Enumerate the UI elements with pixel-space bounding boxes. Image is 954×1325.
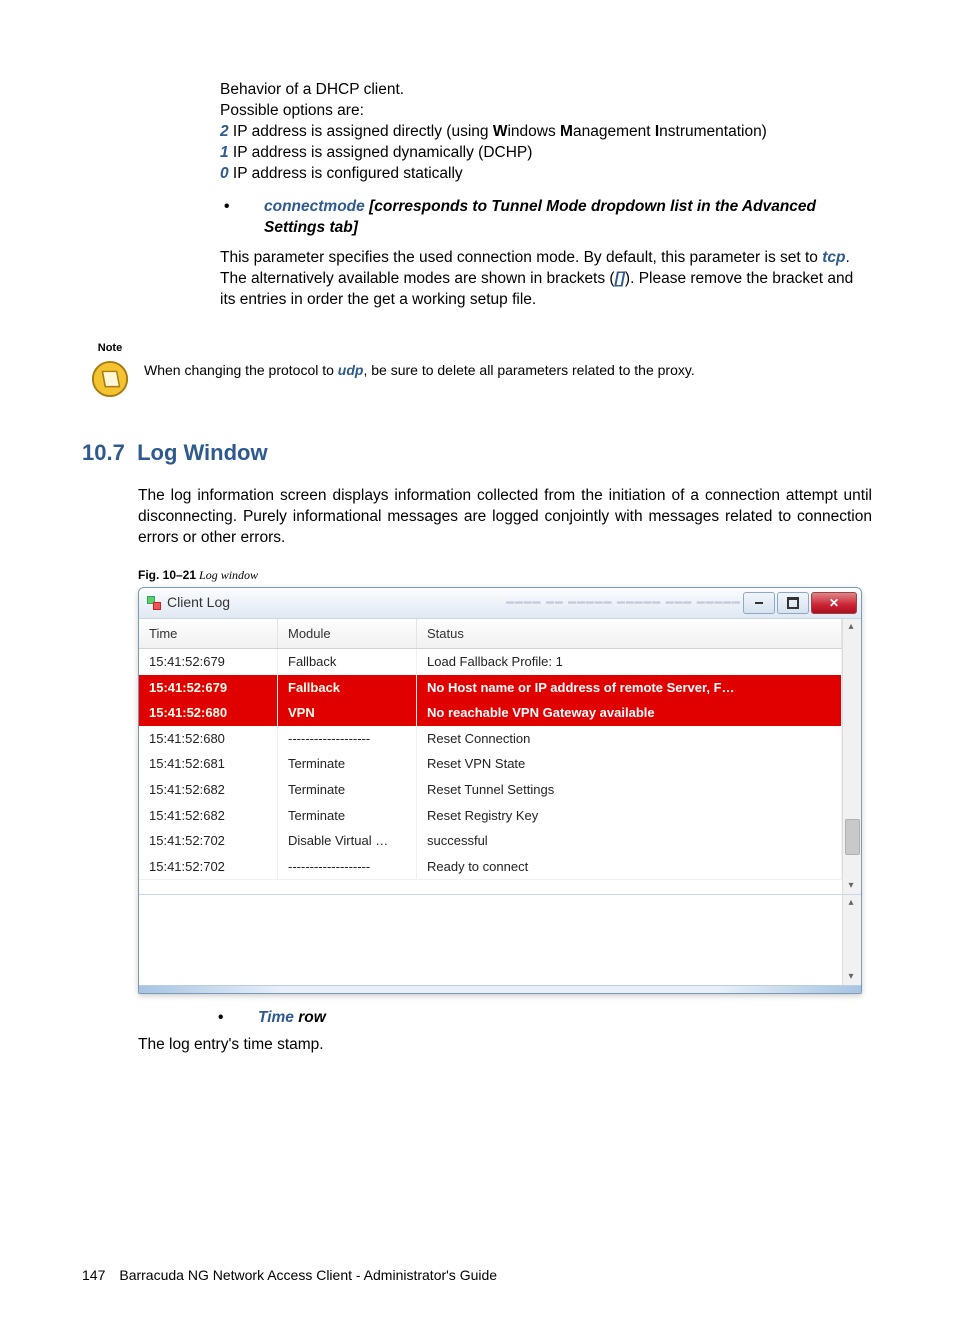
cell-time: 15:41:52:681 [139, 751, 278, 777]
cell-time: 15:41:52:680 [139, 700, 278, 726]
section-title: Log Window [137, 440, 268, 465]
cell-time: 15:41:52:682 [139, 777, 278, 803]
figure-caption: Fig. 10–21 Log window [138, 567, 872, 583]
cell-time: 15:41:52:682 [139, 803, 278, 829]
vertical-scrollbar[interactable]: ▴ ▾ [842, 619, 861, 894]
text: IP address is assigned directly (using [229, 123, 493, 140]
table-row[interactable]: 15:41:52:679FallbackLoad Fallback Profil… [139, 649, 842, 675]
book-title: Barracuda NG Network Access Client - Adm… [119, 1266, 497, 1285]
close-button[interactable]: ✕ [811, 592, 857, 614]
page-footer: 147 Barracuda NG Network Access Client -… [82, 1266, 872, 1285]
cell-module: Terminate [278, 803, 417, 829]
text: Possible options are: [220, 102, 364, 119]
note-block: Note When changing the protocol to udp, … [82, 341, 872, 398]
cell-status: Reset Connection [417, 726, 842, 752]
time-row-bullet: • Time row [214, 1008, 872, 1029]
col-header-time[interactable]: Time [139, 619, 278, 649]
client-log-window: Client Log ━━━━ ━━ ━━━━━ ━━━━━ ━━━ ━━━━━… [138, 587, 862, 994]
param-udp: udp [338, 362, 364, 378]
cell-time: 15:41:52:702 [139, 854, 278, 880]
minimize-button[interactable] [743, 592, 775, 614]
param-connectmode: connectmode [264, 198, 365, 215]
param-bracket: [] [615, 270, 625, 287]
col-header-module[interactable]: Module [278, 619, 417, 649]
cell-time: 15:41:52:679 [139, 675, 278, 701]
cell-status: No reachable VPN Gateway available [417, 700, 842, 726]
maximize-button[interactable] [777, 592, 809, 614]
cell-status: Reset Tunnel Settings [417, 777, 842, 803]
page-number: 147 [82, 1266, 105, 1285]
scroll-down-icon[interactable]: ▾ [843, 878, 859, 894]
cell-module: Disable Virtual … [278, 828, 417, 854]
section-number: 10.7 [82, 440, 125, 465]
statusbar [139, 985, 861, 993]
scroll-up-icon[interactable]: ▴ [843, 619, 859, 635]
lower-pane: ▴ ▾ [139, 894, 861, 985]
connectmode-para: This parameter specifies the used connec… [220, 248, 872, 311]
table-row[interactable]: 15:41:52:680-------------------Reset Con… [139, 726, 842, 752]
cell-time: 15:41:52:680 [139, 726, 278, 752]
text: IP address is assigned dynamically (DCHP… [229, 144, 533, 161]
scroll-down-icon[interactable]: ▾ [843, 969, 859, 985]
titlebar-blur-text: ━━━━ ━━ ━━━━━ ━━━━━ ━━━ ━━━━━ [506, 594, 741, 612]
text: When changing the protocol to [144, 362, 338, 378]
table-row[interactable]: 15:41:52:680VPNNo reachable VPN Gateway … [139, 700, 842, 726]
col-header-status[interactable]: Status [417, 619, 842, 649]
text: This parameter specifies the used connec… [220, 249, 822, 266]
cell-time: 15:41:52:679 [139, 649, 278, 675]
cell-status: Ready to connect [417, 854, 842, 880]
text: anagement [573, 123, 655, 140]
text: Behavior of a DHCP client. [220, 81, 404, 98]
opt-num-1: 1 [220, 144, 229, 161]
text: , be sure to delete all parameters relat… [363, 362, 694, 378]
text: IP address is configured statically [229, 165, 463, 182]
cell-module: ------------------- [278, 726, 417, 752]
text: nstrumentation) [659, 123, 767, 140]
opt-num-2: 2 [220, 123, 229, 140]
param-time: Time [258, 1009, 294, 1026]
text: indows [507, 123, 560, 140]
cell-module: Terminate [278, 777, 417, 803]
cell-status: Reset VPN State [417, 751, 842, 777]
cell-module: Fallback [278, 649, 417, 675]
figure-number: Fig. 10–21 [138, 568, 196, 582]
section-heading: 10.7 Log Window [82, 438, 872, 468]
figure-text: Log window [196, 568, 258, 582]
table-row[interactable]: 15:41:52:679FallbackNo Host name or IP a… [139, 675, 842, 701]
table-row[interactable]: 15:41:52:682TerminateReset Registry Key [139, 803, 842, 829]
window-title: Client Log [167, 593, 486, 612]
bold-letter: W [493, 123, 508, 140]
cell-status: successful [417, 828, 842, 854]
cell-status: Reset Registry Key [417, 803, 842, 829]
app-icon [147, 596, 161, 610]
scroll-up-icon[interactable]: ▴ [843, 895, 859, 911]
table-row[interactable]: 15:41:52:702Disable Virtual …successful [139, 828, 842, 854]
cell-module: Terminate [278, 751, 417, 777]
text: row [294, 1009, 326, 1026]
cell-module: Fallback [278, 675, 417, 701]
cell-status: Load Fallback Profile: 1 [417, 649, 842, 675]
section-para: The log information screen displays info… [138, 486, 872, 549]
cell-time: 15:41:52:702 [139, 828, 278, 854]
bold-letter: M [560, 123, 573, 140]
opt-num-0: 0 [220, 165, 229, 182]
cell-status: No Host name or IP address of remote Ser… [417, 675, 842, 701]
cell-module: VPN [278, 700, 417, 726]
bullet-dot: • [214, 1008, 258, 1029]
param-tcp: tcp [822, 249, 845, 266]
log-table: Time Module Status 15:41:52:679FallbackL… [139, 619, 842, 879]
table-row[interactable]: 15:41:52:682TerminateReset Tunnel Settin… [139, 777, 842, 803]
table-row[interactable]: 15:41:52:702-------------------Ready to … [139, 854, 842, 880]
dhcp-behavior-text: Behavior of a DHCP client. Possible opti… [220, 80, 872, 185]
bullet-dot: • [220, 197, 264, 239]
note-label: Note [82, 341, 138, 356]
note-icon [91, 360, 129, 398]
time-row-desc: The log entry's time stamp. [138, 1035, 872, 1056]
lower-scrollbar[interactable]: ▴ ▾ [842, 895, 861, 985]
connectmode-bullet: • connectmode [corresponds to Tunnel Mod… [220, 197, 872, 239]
table-row[interactable]: 15:41:52:681TerminateReset VPN State [139, 751, 842, 777]
titlebar[interactable]: Client Log ━━━━ ━━ ━━━━━ ━━━━━ ━━━ ━━━━━… [139, 588, 861, 619]
scroll-thumb[interactable] [845, 819, 860, 855]
cell-module: ------------------- [278, 854, 417, 880]
